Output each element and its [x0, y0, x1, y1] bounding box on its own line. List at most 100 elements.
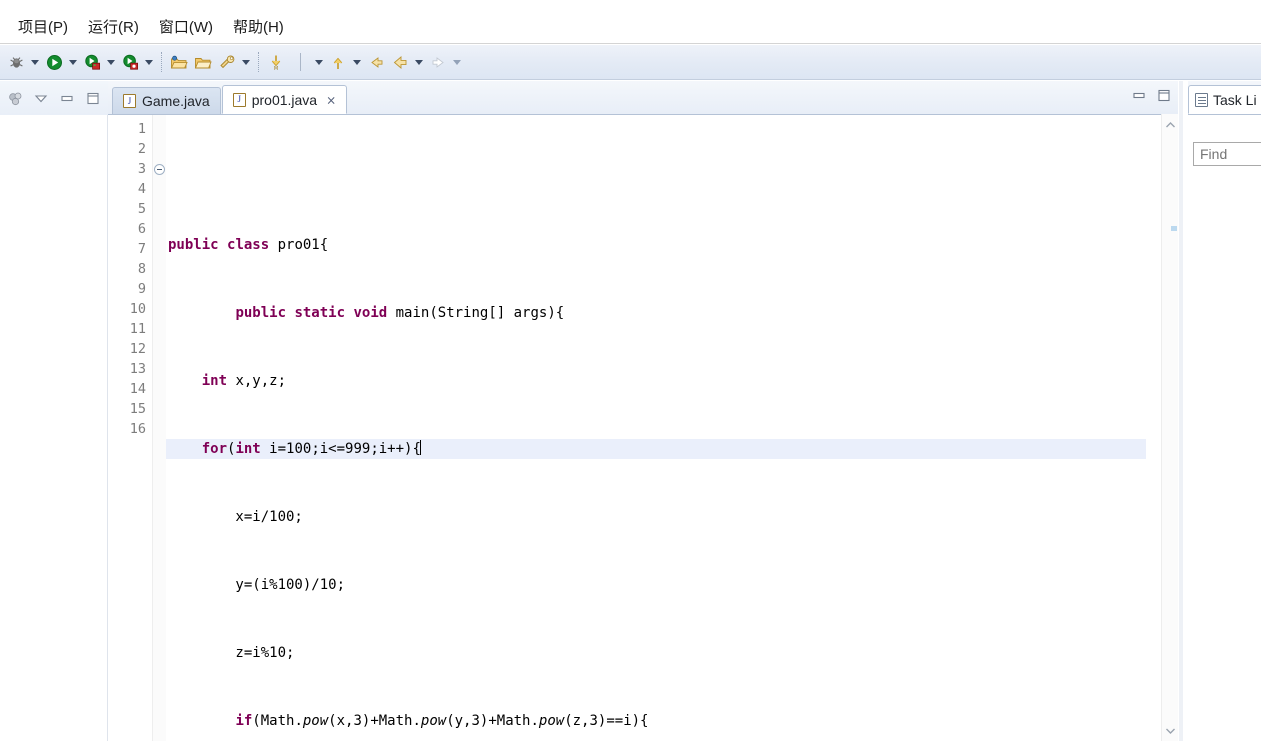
code-line: x=i/100; [166, 507, 1146, 527]
editor-window-controls [1131, 87, 1172, 103]
maximize-icon[interactable] [84, 89, 102, 107]
close-icon[interactable]: ⨯ [326, 94, 336, 106]
package-open-icon [170, 55, 188, 68]
java-file-icon: J [123, 94, 136, 108]
run-button[interactable] [42, 50, 66, 74]
code-token: pow [420, 713, 447, 729]
minimize-icon[interactable] [58, 89, 76, 107]
fold-collapse-icon[interactable] [154, 164, 165, 175]
toolbar-group-files [167, 50, 253, 74]
code-token: x=i/100; [168, 509, 303, 525]
forward-button[interactable] [426, 50, 450, 74]
java-file-icon: J [232, 92, 246, 107]
menu-help[interactable]: 帮助(H) [223, 14, 294, 43]
editor-vertical-scrollbar[interactable] [1161, 114, 1178, 741]
run-configurations-dropdown-arrow[interactable] [104, 51, 118, 73]
editor-text-area[interactable]: 1 2 3 4 5 6 7 8 9 10 11 12 13 14 15 16 p… [108, 114, 1178, 741]
next-annotation-dropdown-arrow[interactable] [312, 51, 326, 73]
back-button[interactable] [364, 50, 388, 74]
task-list-panel: Task Li [1188, 81, 1261, 741]
tab-game-java[interactable]: J Game.java [112, 87, 221, 114]
previous-annotation-dropdown-arrow[interactable] [350, 51, 364, 73]
new-java-package-button[interactable] [167, 50, 191, 74]
forward-arrow-icon [432, 56, 444, 68]
menu-run[interactable]: 运行(R) [78, 14, 149, 43]
eclipse-ide-window: 项目(P) 运行(R) 窗口(W) 帮助(H) M J Game.java J … [0, 0, 1261, 741]
external-tools-button[interactable] [215, 50, 239, 74]
folder-icon [194, 57, 212, 68]
next-annotation-button[interactable]: M [264, 50, 288, 74]
forward-history-button[interactable] [388, 50, 412, 74]
tab-pro01-java[interactable]: J pro01.java ⨯ [221, 85, 348, 114]
source-code[interactable]: public class pro01{ public static void m… [166, 115, 1146, 741]
external-tools-dropdown-arrow[interactable] [239, 51, 253, 73]
code-token: (x,3)+Math. [328, 713, 421, 729]
previous-annotation-button[interactable] [326, 50, 350, 74]
debug-server-dropdown-arrow[interactable] [142, 51, 156, 73]
debug-server-button[interactable] [118, 50, 142, 74]
code-token: z=i%10; [168, 645, 295, 661]
view-menu-icon[interactable] [32, 89, 50, 107]
code-token: public [235, 305, 295, 321]
run-configurations-button[interactable] [80, 50, 104, 74]
panel-divider[interactable] [1179, 81, 1183, 741]
editor-tab-bar: J Game.java J pro01.java ⨯ [108, 81, 1178, 114]
line-number: 9 [137, 281, 146, 297]
run-play-icon [46, 54, 62, 70]
bug-icon [9, 56, 23, 68]
debug-server-icon [122, 54, 138, 70]
menu-project[interactable]: 项目(P) [8, 14, 78, 43]
code-line: y=(i%100)/10; [166, 575, 1146, 595]
debug-dropdown-arrow[interactable] [28, 51, 42, 73]
line-number: 5 [137, 201, 146, 217]
debug-button[interactable] [4, 50, 28, 74]
scroll-up-icon[interactable] [1162, 116, 1179, 133]
forward-history-dropdown-arrow[interactable] [412, 51, 426, 73]
line-number: 2 [137, 141, 146, 157]
line-number: 11 [129, 321, 146, 337]
maximize-icon[interactable] [1156, 87, 1172, 103]
line-number-gutter: 1 2 3 4 5 6 7 8 9 10 11 12 13 14 15 16 [108, 115, 152, 741]
task-list-tab-bar: Task Li [1188, 81, 1261, 114]
code-token: (z,3)==i){ [564, 713, 649, 729]
minimize-icon[interactable] [1131, 87, 1147, 103]
code-token: main(String[] args){ [395, 305, 565, 321]
tab-label: pro01.java [251, 91, 318, 108]
tab-task-list[interactable]: Task Li [1188, 85, 1261, 114]
find-input[interactable] [1193, 142, 1261, 166]
line-number: 10 [129, 301, 146, 317]
overview-annotation-marker[interactable] [1171, 226, 1177, 231]
wrench-icon [220, 54, 235, 68]
code-line: if(Math.pow(x,3)+Math.pow(y,3)+Math.pow(… [166, 711, 1146, 731]
code-token: if [235, 713, 253, 729]
code-token: public [168, 237, 228, 253]
code-line: z=i%10; [166, 643, 1146, 663]
forward-dropdown-arrow[interactable] [450, 51, 464, 73]
line-number: 13 [129, 361, 146, 377]
down-arrow-yellow-icon: M [271, 55, 281, 71]
back-arrow-large-icon [393, 55, 407, 69]
line-number: 7 [137, 241, 146, 257]
line-number: 12 [129, 341, 146, 357]
up-arrow-yellow-icon [333, 57, 343, 69]
editor-area: J Game.java J pro01.java ⨯ 1 2 3 4 5 6 7… [108, 81, 1178, 741]
line-number: 3 [137, 161, 146, 177]
menu-window[interactable]: 窗口(W) [149, 14, 223, 43]
line-number: 16 [129, 421, 146, 437]
code-token: for [201, 441, 228, 457]
open-type-button[interactable] [191, 50, 215, 74]
line-number: 8 [137, 261, 146, 277]
code-line: public static void main(String[] args){ [166, 303, 1146, 323]
scroll-down-icon[interactable] [1162, 722, 1179, 739]
code-line: int x,y,z; [166, 371, 1146, 391]
tab-label: Task Li [1213, 91, 1257, 108]
collapse-all-icon[interactable] [6, 89, 24, 107]
code-token: pow [302, 713, 329, 729]
svg-text:M: M [274, 66, 278, 71]
code-line: public class pro01{ [166, 235, 1146, 255]
run-dropdown-arrow[interactable] [66, 51, 80, 73]
back-arrow-icon [371, 56, 383, 68]
